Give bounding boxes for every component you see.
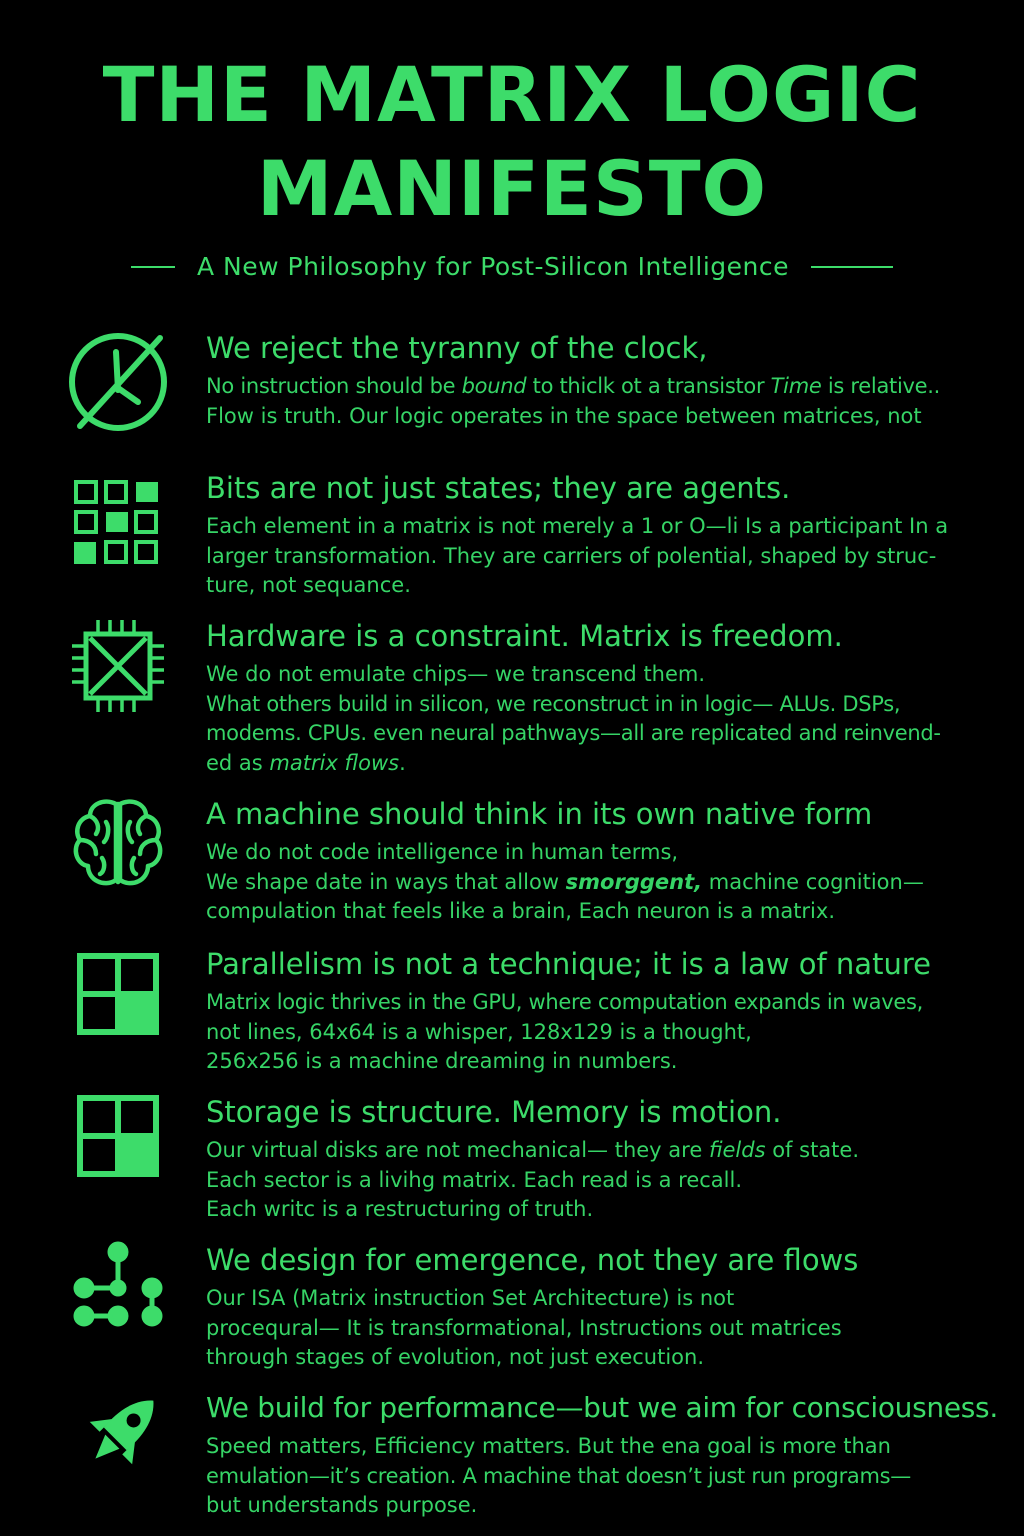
- body-line: Each writc is a restructuring of truth.: [206, 1197, 594, 1221]
- storage-grid-icon: [66, 1088, 170, 1192]
- body-line: Each element in a matrix is not merely a…: [206, 514, 949, 538]
- body-line: ed as matrix flows.: [206, 750, 406, 775]
- body-line: Speed matters, Efficiency matters. But t…: [206, 1434, 891, 1458]
- rocket-icon: [66, 1384, 170, 1488]
- clock-crossed-icon: [66, 330, 170, 434]
- section-heading: A machine should think in its own native…: [206, 797, 873, 831]
- section-body: Matrix logic thrives in the GPU, where c…: [206, 988, 923, 1077]
- body-line: procequral— It is transformational, Inst…: [206, 1315, 842, 1340]
- section-heading: We build for performance—but we aim for …: [206, 1391, 998, 1424]
- body-line: larger transformation. They are carriers…: [206, 543, 937, 568]
- subtitle-rule-left: [130, 265, 175, 268]
- body-line: We do not emulate chips— we transcend th…: [206, 662, 706, 686]
- body-line: Our ISA (Matrix instruction Set Architec…: [206, 1286, 735, 1310]
- subtitle-rule-right: [811, 265, 894, 268]
- body-line: Flow is truth. Our logic operates in the…: [206, 403, 922, 428]
- body-line: Matrix logic thrives in the GPU, where c…: [206, 990, 923, 1014]
- parallel-grid-icon: [66, 946, 170, 1050]
- body-line: compulation that feels like a brain, Eac…: [206, 899, 835, 923]
- section-body: Our ISA (Matrix instruction Set Architec…: [206, 1284, 842, 1373]
- section-heading: Bits are not just states; they are agent…: [206, 471, 791, 505]
- section-heading: Parallelism is not a technique; it is a …: [206, 947, 931, 981]
- body-line: but understands purpose.: [206, 1493, 478, 1517]
- grid-icon: [66, 474, 170, 578]
- body-line: not lines, 64x64 is a whisper, 128x129 i…: [206, 1019, 752, 1044]
- section-body: Speed matters, Efficiency matters. But t…: [206, 1432, 911, 1521]
- section-body: We do not emulate chips— we transcend th…: [206, 660, 941, 778]
- body-line: 256x256 is a machine dreaming in numbers…: [206, 1049, 678, 1073]
- body-line: What others build in silicon, we reconst…: [206, 691, 901, 716]
- section-body: We do not code intelligence in human ter…: [206, 838, 924, 927]
- network-nodes-icon: [66, 1234, 170, 1338]
- section-heading: We reject the tyranny of the clock,: [206, 331, 708, 365]
- title-line-2: MANIFESTO: [256, 144, 768, 233]
- body-line: We do not code intelligence in human ter…: [206, 840, 679, 864]
- brain-icon: [66, 792, 170, 896]
- body-line: modems. CPUs. even neural pathways—all a…: [206, 721, 941, 745]
- body-line: No instruction should be bound to thiclk…: [206, 374, 940, 398]
- section-heading: Hardware is a constraint. Matrix is free…: [206, 619, 843, 653]
- body-line: Our virtual disks are not mechanical— th…: [206, 1138, 859, 1162]
- chip-icon: [66, 616, 170, 720]
- section-heading: Storage is structure. Memory is motion.: [206, 1095, 782, 1129]
- body-line: We shape date in ways that allow smorgge…: [206, 869, 924, 894]
- subtitle-row: A New Philosophy for Post-Silicon Intell…: [0, 252, 1024, 281]
- section-body: Our virtual disks are not mechanical— th…: [206, 1136, 859, 1225]
- body-line: Each sector is a livihg matrix. Each rea…: [206, 1167, 742, 1192]
- page-title: THE MATRIX LOGIC MANIFESTO: [0, 48, 1024, 236]
- body-line: emulation—it’s creation. A machine that …: [206, 1463, 911, 1488]
- body-line: ture, not sequance.: [206, 573, 411, 597]
- section-body: No instruction should be bound to thiclk…: [206, 372, 940, 431]
- title-line-1: THE MATRIX LOGIC: [102, 50, 922, 139]
- body-line: through stages of evolution, not just ex…: [206, 1345, 705, 1369]
- subtitle: A New Philosophy for Post-Silicon Intell…: [196, 252, 790, 281]
- section-heading: We design for emergence, not they are fl…: [206, 1243, 859, 1277]
- section-body: Each element in a matrix is not merely a…: [206, 512, 948, 601]
